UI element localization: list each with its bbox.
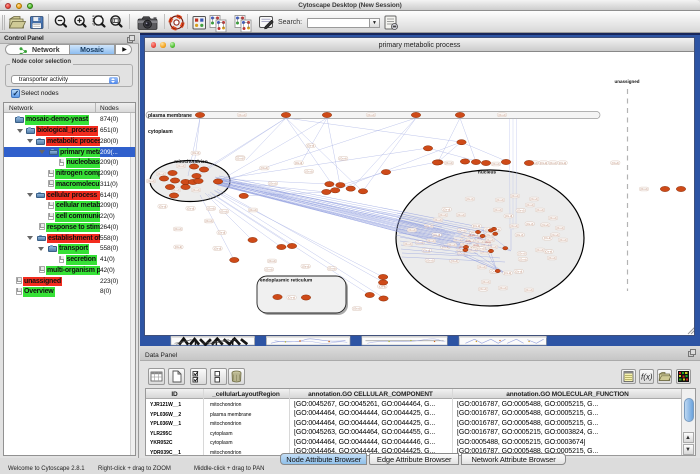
svg-text:(Ox-d): (Ox-d) (496, 198, 503, 202)
svg-text:(Ox-d): (Ox-d) (530, 197, 537, 201)
svg-text:(Ox-d): (Ox-d) (404, 242, 411, 246)
svg-text:(Ox-d): (Ox-d) (540, 161, 547, 165)
svg-text:(Ox-d): (Ox-d) (159, 204, 166, 208)
svg-text:(Ox-d): (Ox-d) (157, 172, 164, 176)
svg-text:(Ox-d): (Ox-d) (549, 216, 556, 220)
svg-text:(Ox-d): (Ox-d) (612, 161, 619, 165)
svg-text:(Ox-d): (Ox-d) (288, 296, 295, 300)
svg-text:(Ox-d): (Ox-d) (526, 203, 533, 207)
svg-text:endoplasmic reticulum: endoplasmic reticulum (260, 278, 312, 284)
svg-text:(Ox-d): (Ox-d) (544, 236, 551, 240)
svg-text:xx-xx: xx-xx (485, 241, 491, 244)
svg-text:(Ox-d): (Ox-d) (174, 227, 181, 231)
svg-text:(Ox-d): (Ox-d) (445, 161, 452, 165)
svg-text:(Ox-d): (Ox-d) (177, 164, 184, 168)
svg-text:(Ox-d): (Ox-d) (542, 223, 549, 227)
svg-text:(Ox-d): (Ox-d) (479, 287, 486, 291)
svg-text:(Ox-d): (Ox-d) (439, 213, 446, 217)
svg-text:(Ox-d): (Ox-d) (302, 264, 309, 268)
svg-text:(Ox-d): (Ox-d) (515, 269, 522, 273)
svg-text:(Ox-d): (Ox-d) (556, 226, 563, 230)
svg-text:(Ox-d): (Ox-d) (192, 188, 199, 192)
svg-text:(Ox-d): (Ox-d) (207, 206, 214, 210)
svg-text:(Ox-d): (Ox-d) (175, 245, 182, 249)
svg-text:(Ox-d): (Ox-d) (551, 233, 558, 237)
svg-text:(Ox-d): (Ox-d) (482, 280, 489, 284)
svg-text:plasma membrane: plasma membrane (148, 113, 192, 119)
svg-text:(Ox-d): (Ox-d) (505, 214, 512, 218)
svg-text:(Ox-d): (Ox-d) (492, 162, 499, 166)
svg-text:(Ox-d): (Ox-d) (526, 222, 533, 226)
svg-text:(Ox-d): (Ox-d) (426, 258, 433, 262)
svg-text:(Ox-d): (Ox-d) (640, 187, 647, 191)
svg-text:f(x): f(x) (641, 373, 653, 382)
svg-text:(Ox-d): (Ox-d) (525, 288, 532, 292)
svg-text:(Ox-d): (Ox-d) (511, 194, 518, 198)
svg-text:(Ox-d): (Ox-d) (504, 271, 511, 275)
svg-text:(Ox-d): (Ox-d) (559, 161, 566, 165)
svg-text:(Ox-d): (Ox-d) (517, 209, 524, 213)
svg-text:(Ox-d): (Ox-d) (269, 181, 276, 185)
svg-text:(Ox-d): (Ox-d) (339, 156, 346, 160)
svg-text:(Ox-d): (Ox-d) (218, 231, 225, 235)
svg-text:cytoplasm: cytoplasm (148, 129, 173, 135)
svg-text:(Ox-d): (Ox-d) (536, 208, 543, 212)
svg-text:(Ox-d): (Ox-d) (220, 209, 227, 213)
svg-text:(Ox-d): (Ox-d) (408, 228, 415, 232)
svg-text:(Ox-d): (Ox-d) (519, 257, 526, 261)
svg-text:(Ox-d): (Ox-d) (494, 208, 501, 212)
svg-text:(Ox-d): (Ox-d) (516, 233, 523, 237)
svg-text:(Ox-d): (Ox-d) (473, 224, 480, 228)
svg-text:(Ox-d): (Ox-d) (268, 259, 275, 263)
svg-text:(Ox-d): (Ox-d) (545, 250, 552, 254)
svg-text:(Ox-d): (Ox-d) (328, 267, 335, 271)
svg-text:(Ox-d): (Ox-d) (367, 113, 374, 117)
svg-text:xx-xx: xx-xx (473, 244, 479, 247)
svg-text:(Ox-d): (Ox-d) (457, 213, 464, 217)
svg-text:(Ox-d): (Ox-d) (187, 206, 194, 210)
svg-text:(Ox-d): (Ox-d) (518, 252, 525, 256)
svg-text:(Ox-d): (Ox-d) (261, 166, 268, 170)
svg-text:(Ox-d): (Ox-d) (466, 197, 473, 201)
svg-text:(Ox-d): (Ox-d) (353, 307, 360, 311)
svg-text:(Ox-d): (Ox-d) (249, 208, 256, 212)
svg-text:(Ox-d): (Ox-d) (205, 219, 212, 223)
svg-text:(Ox-d): (Ox-d) (147, 179, 154, 183)
svg-text:nucleus: nucleus (478, 170, 496, 176)
svg-text:(Ox-d): (Ox-d) (434, 218, 441, 222)
svg-text:(Ox-d): (Ox-d) (305, 169, 312, 173)
svg-text:(Ox-d): (Ox-d) (478, 265, 485, 269)
svg-text:(Ox-d): (Ox-d) (192, 151, 199, 155)
svg-text:(Ox-d): (Ox-d) (548, 256, 555, 260)
svg-text:unassigned: unassigned (614, 79, 639, 84)
svg-text:(Ox-d): (Ox-d) (265, 267, 272, 271)
svg-text:(Ox-d): (Ox-d) (295, 161, 302, 165)
svg-text:(Ox-d): (Ox-d) (238, 113, 245, 117)
svg-text:(Ox-d): (Ox-d) (510, 224, 517, 228)
svg-text:(Ox-d): (Ox-d) (499, 286, 506, 290)
svg-text:(Ox-d): (Ox-d) (214, 246, 221, 250)
svg-text:(Ox-d): (Ox-d) (549, 161, 556, 165)
svg-text:(Ox-d): (Ox-d) (498, 113, 505, 117)
svg-text:(Ox-d): (Ox-d) (236, 157, 243, 161)
svg-text:(Ox-d): (Ox-d) (443, 207, 450, 211)
svg-text:(Ox-d): (Ox-d) (559, 238, 566, 242)
svg-text:(Ox-d): (Ox-d) (307, 144, 314, 148)
svg-text:(Ox-d): (Ox-d) (536, 248, 543, 252)
